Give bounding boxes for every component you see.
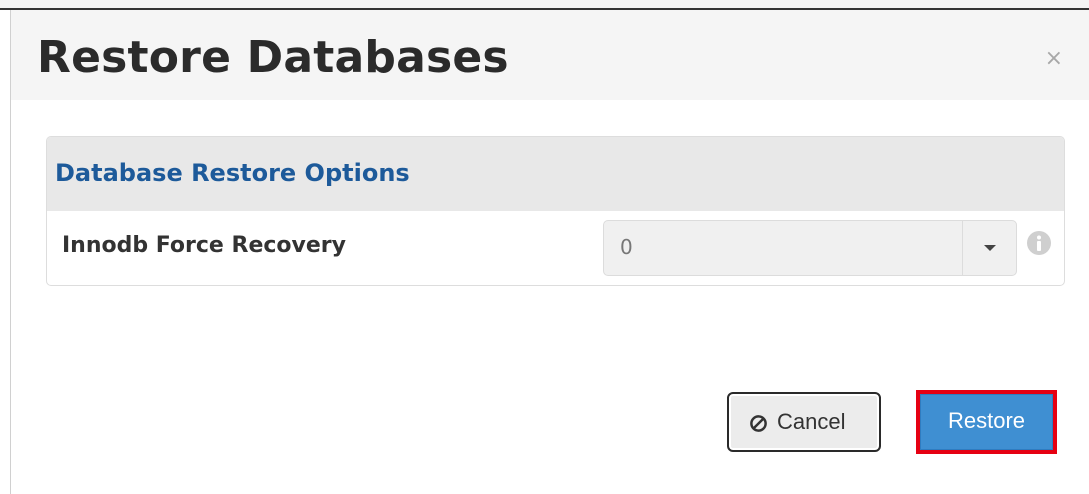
- modal-header: Restore Databases ×: [11, 10, 1089, 100]
- innodb-force-recovery-select[interactable]: 0: [603, 220, 1017, 276]
- panel-heading: Database Restore Options: [47, 137, 1064, 211]
- restore-button[interactable]: Restore: [920, 394, 1053, 450]
- close-icon[interactable]: ×: [1045, 48, 1063, 70]
- select-divider: [962, 221, 963, 275]
- info-icon[interactable]: [1026, 230, 1052, 256]
- innodb-force-recovery-label: Innodb Force Recovery: [62, 233, 346, 258]
- restore-button-label: Restore: [947, 408, 1026, 433]
- cancel-button[interactable]: Cancel: [727, 392, 881, 452]
- ban-icon: [750, 415, 767, 432]
- background-strip: [0, 0, 1089, 10]
- panel-title: Database Restore Options: [55, 159, 410, 187]
- chevron-down-icon[interactable]: [984, 245, 996, 251]
- restore-options-panel: Database Restore Options Innodb Force Re…: [46, 136, 1065, 286]
- restore-databases-modal: Restore Databases × Database Restore Opt…: [10, 10, 1089, 494]
- select-value: 0: [620, 235, 633, 259]
- modal-title: Restore Databases: [37, 32, 509, 83]
- cancel-button-label: Cancel: [777, 409, 846, 434]
